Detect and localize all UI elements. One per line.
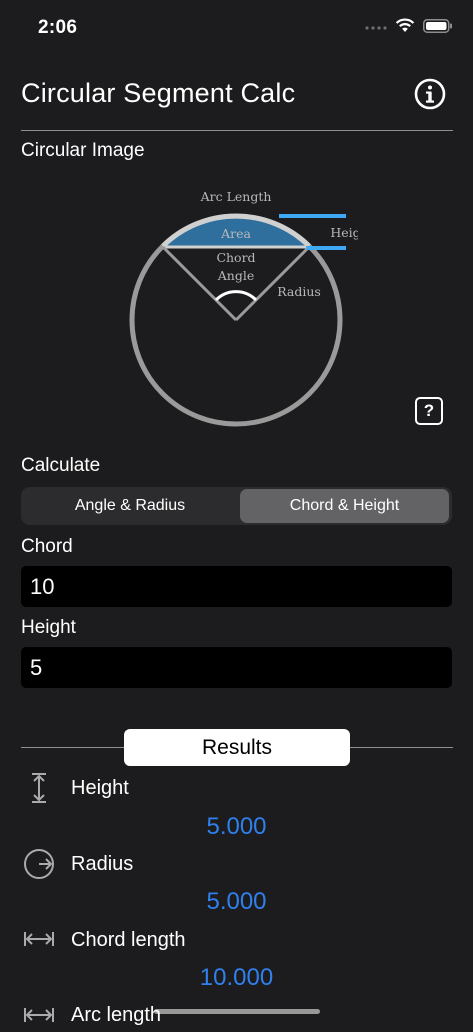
status-bar: 2:06 xyxy=(0,0,473,56)
height-arrow-icon xyxy=(32,773,46,803)
calculate-label: Calculate xyxy=(21,455,101,476)
result-radius-value: 5.000 xyxy=(206,888,267,915)
height-label: Height xyxy=(330,225,358,240)
result-height-label: Height xyxy=(71,777,129,799)
status-time: 2:06 xyxy=(38,17,78,38)
help-button[interactable]: ? xyxy=(415,397,443,425)
results-title: Results xyxy=(124,729,350,766)
chord-field-label: Chord xyxy=(21,536,73,557)
page-title: Circular Segment Calc xyxy=(21,78,296,108)
height-input[interactable]: 5 xyxy=(21,647,452,688)
area-label: Area xyxy=(220,226,251,241)
chord-arrow-icon xyxy=(24,932,54,946)
radius-label: Radius xyxy=(277,284,321,299)
home-indicator[interactable] xyxy=(154,1009,320,1014)
arc-arrow-icon xyxy=(24,1008,54,1022)
cellular-signal-icon xyxy=(365,25,387,30)
info-icon[interactable] xyxy=(414,78,446,110)
height-field-label: Height xyxy=(21,617,76,638)
battery-icon xyxy=(423,18,452,33)
result-chord-length-label: Chord length xyxy=(71,929,186,951)
result-radius-label: Radius xyxy=(71,853,134,875)
radius-circle-icon xyxy=(24,849,54,879)
segment-chord-height[interactable]: Chord & Height xyxy=(240,489,449,523)
angle-label: Angle xyxy=(217,268,254,283)
chord-input[interactable]: 10 xyxy=(21,566,452,607)
chord-label: Chord xyxy=(216,250,255,265)
result-chord-length-value: 10.000 xyxy=(199,964,274,991)
status-icons xyxy=(365,18,453,33)
calculate-mode-segmented-control: Angle & Radius Chord & Height xyxy=(21,487,452,525)
wifi-icon xyxy=(395,18,415,32)
result-height-value: 5.000 xyxy=(206,813,267,840)
circular-image-label: Circular Image xyxy=(21,140,145,161)
segment-angle-radius[interactable]: Angle & Radius xyxy=(23,489,237,523)
circle-segment-diagram: Arc Length Height Area Chord Angle Radiu… xyxy=(129,189,358,427)
header-divider xyxy=(21,130,453,131)
angle-arc xyxy=(214,290,258,302)
arc-length-label: Arc Length xyxy=(200,189,272,204)
